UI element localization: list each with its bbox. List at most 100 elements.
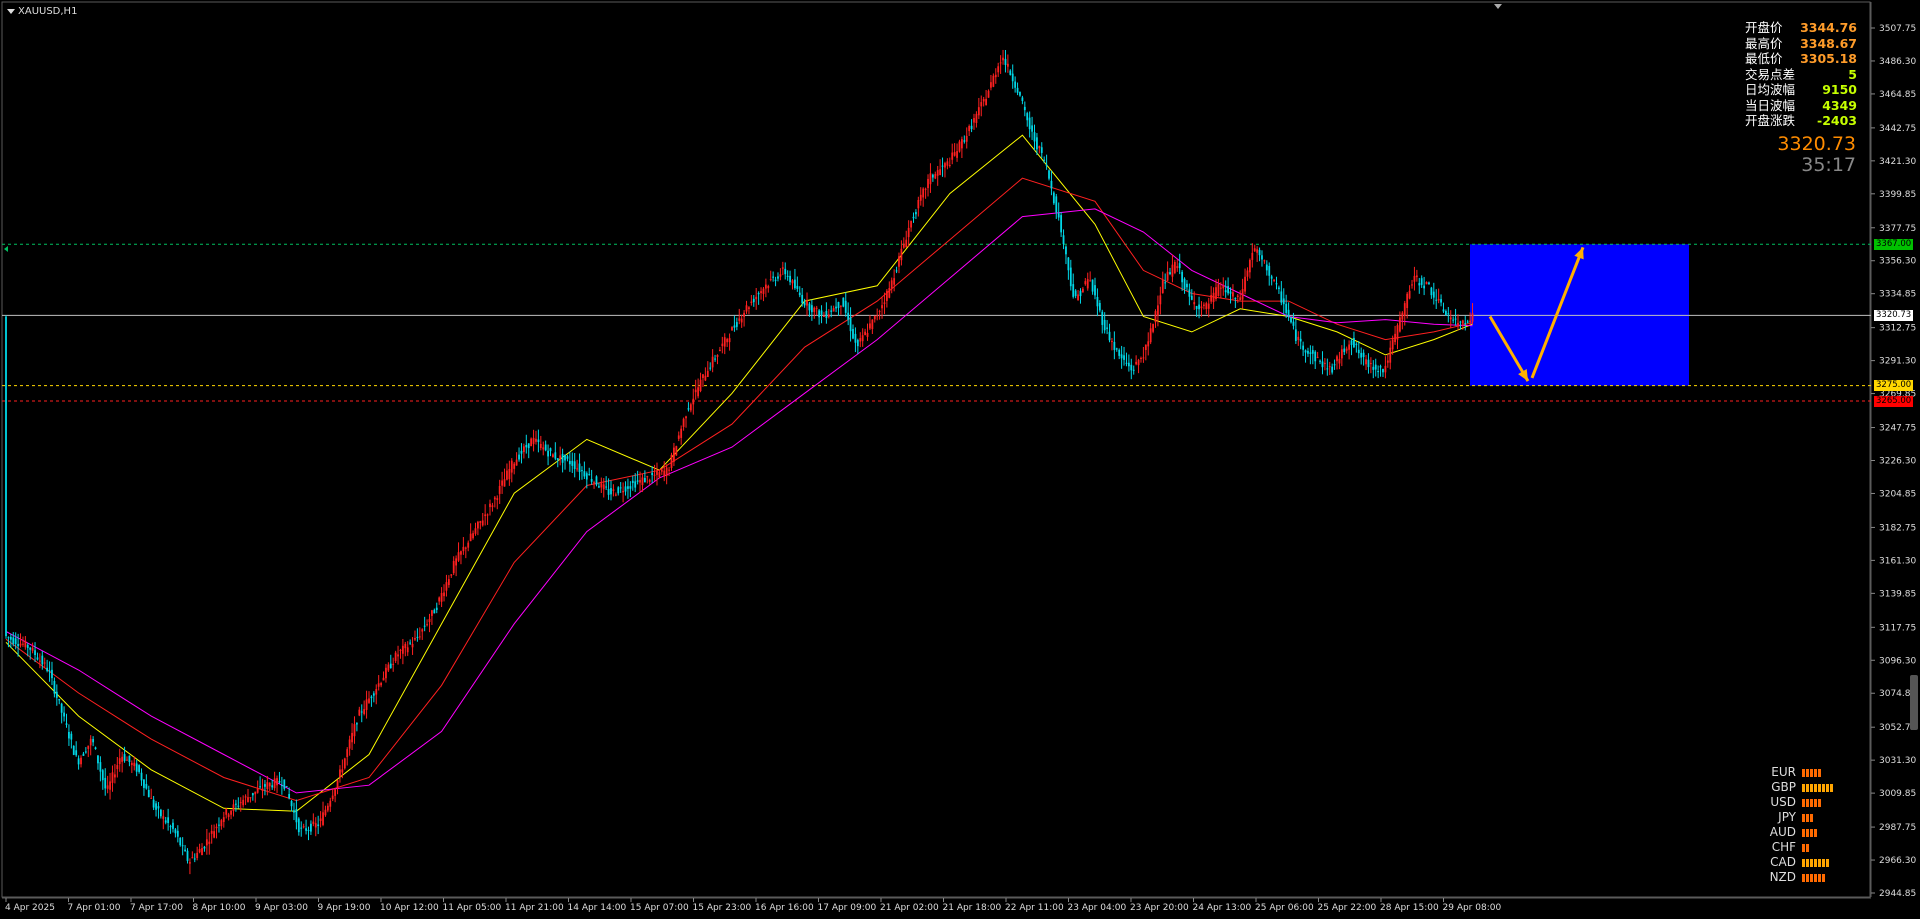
candle-body bbox=[893, 278, 896, 285]
candle-body bbox=[1215, 287, 1217, 300]
strength-bar bbox=[1818, 798, 1821, 807]
currency-row: JPY bbox=[1768, 810, 1833, 825]
dropdown-triangle-icon[interactable] bbox=[7, 9, 15, 14]
candle-body bbox=[1203, 304, 1205, 306]
candle-body bbox=[716, 354, 719, 357]
level-anchor-icon[interactable] bbox=[4, 246, 8, 252]
price-tag[interactable]: 3275.00 bbox=[1874, 380, 1914, 392]
candle-body bbox=[428, 618, 431, 623]
candle-body bbox=[1038, 146, 1041, 149]
candle-body bbox=[612, 489, 615, 491]
candle-body bbox=[387, 664, 390, 671]
candle-body bbox=[975, 113, 978, 123]
candle-body bbox=[798, 292, 801, 296]
candle-body bbox=[1207, 303, 1210, 309]
candle-body bbox=[687, 408, 690, 410]
candle-body bbox=[919, 194, 922, 201]
y-tick-label: 3031.30 bbox=[1879, 756, 1916, 766]
x-tick-label: 23 Apr 04:00 bbox=[1068, 903, 1127, 913]
strength-bar bbox=[1810, 783, 1813, 792]
candle-body bbox=[1072, 284, 1075, 297]
strength-bar bbox=[1802, 828, 1805, 837]
candle-body bbox=[307, 829, 310, 831]
candle-body bbox=[1111, 340, 1113, 342]
candle-body bbox=[169, 826, 172, 828]
candle-body bbox=[397, 654, 399, 657]
candle-body bbox=[1256, 249, 1259, 253]
candle-body bbox=[1369, 363, 1372, 365]
price-chart[interactable]: 3507.75 3486.30 3464.85 3442.75 3421.30 3399.… bbox=[0, 0, 1920, 919]
candle-body bbox=[1399, 317, 1401, 332]
candle-body bbox=[902, 243, 905, 248]
candle-body bbox=[464, 547, 467, 549]
price-tag[interactable]: 3367.00 bbox=[1874, 238, 1914, 250]
candle-body bbox=[1270, 276, 1273, 279]
price-tag[interactable]: 3265.00 bbox=[1874, 395, 1914, 407]
symbol-label[interactable]: XAUUSD,H1 bbox=[7, 6, 77, 17]
candle-body bbox=[319, 818, 322, 822]
info-value: 5 bbox=[1848, 66, 1857, 82]
candle-body bbox=[435, 607, 438, 610]
currency-row: EUR bbox=[1768, 765, 1833, 780]
candle-body bbox=[1052, 192, 1055, 204]
candle-body bbox=[222, 817, 225, 822]
candle-body bbox=[1432, 291, 1435, 298]
candle-body bbox=[295, 809, 298, 823]
candle-body bbox=[876, 315, 879, 317]
candle-body bbox=[94, 747, 97, 750]
candle-body bbox=[474, 528, 477, 534]
strength-bar bbox=[1826, 858, 1829, 867]
scroll-handle[interactable] bbox=[1910, 675, 1918, 730]
candle-body bbox=[477, 521, 479, 529]
candle-body bbox=[1130, 364, 1133, 371]
candle-body bbox=[714, 358, 716, 360]
strength-bar bbox=[1810, 828, 1813, 837]
candle-body bbox=[1386, 360, 1389, 363]
candle-body bbox=[1210, 294, 1213, 302]
candle-body bbox=[92, 739, 95, 743]
candle-body bbox=[900, 248, 903, 261]
y-tick-label: 3312.75 bbox=[1879, 324, 1916, 334]
candle-body bbox=[1014, 81, 1017, 88]
candle-body bbox=[704, 375, 707, 381]
candle-body bbox=[537, 439, 540, 443]
candle-body bbox=[663, 470, 666, 477]
candle-body bbox=[849, 317, 852, 332]
candle-body bbox=[777, 276, 779, 279]
candle-body bbox=[837, 302, 840, 309]
candle-body bbox=[220, 820, 223, 827]
shift-marker-icon[interactable] bbox=[1494, 4, 1502, 9]
y-tick-label: 3182.75 bbox=[1879, 523, 1916, 533]
candle-body bbox=[326, 805, 329, 811]
candle-body bbox=[445, 582, 448, 591]
price-tag[interactable]: 3320.73 bbox=[1874, 309, 1914, 321]
strength-bar bbox=[1802, 798, 1805, 807]
y-tick-label: 2966.30 bbox=[1879, 856, 1916, 866]
candle-body bbox=[590, 479, 593, 482]
strength-bar bbox=[1814, 873, 1817, 882]
candle-body bbox=[675, 446, 678, 456]
x-tick-label: 21 Apr 18:00 bbox=[943, 903, 1002, 913]
candle-body bbox=[1050, 180, 1053, 189]
chart-frame[interactable]: 3507.75 3486.30 3464.85 3442.75 3421.30 3399.… bbox=[0, 0, 1920, 919]
candle-body bbox=[58, 698, 61, 701]
candle-body bbox=[515, 459, 518, 466]
candle-body bbox=[1294, 329, 1297, 341]
candle-body bbox=[1048, 170, 1050, 179]
candle-body bbox=[254, 791, 257, 795]
candle-body bbox=[910, 220, 912, 228]
candle-body bbox=[1343, 348, 1346, 353]
candle-body bbox=[1200, 306, 1203, 309]
candle-body bbox=[808, 303, 811, 311]
candle-body bbox=[181, 845, 184, 847]
candle-body bbox=[1154, 311, 1157, 323]
candle-body bbox=[1423, 285, 1426, 289]
candle-body bbox=[227, 814, 230, 817]
candle-body bbox=[810, 305, 813, 313]
candle-body bbox=[924, 188, 927, 190]
candle-body bbox=[578, 463, 581, 473]
candle-body bbox=[786, 275, 789, 277]
candle-body bbox=[1009, 70, 1012, 75]
strength-bar bbox=[1802, 843, 1805, 852]
candle-body bbox=[581, 470, 583, 472]
